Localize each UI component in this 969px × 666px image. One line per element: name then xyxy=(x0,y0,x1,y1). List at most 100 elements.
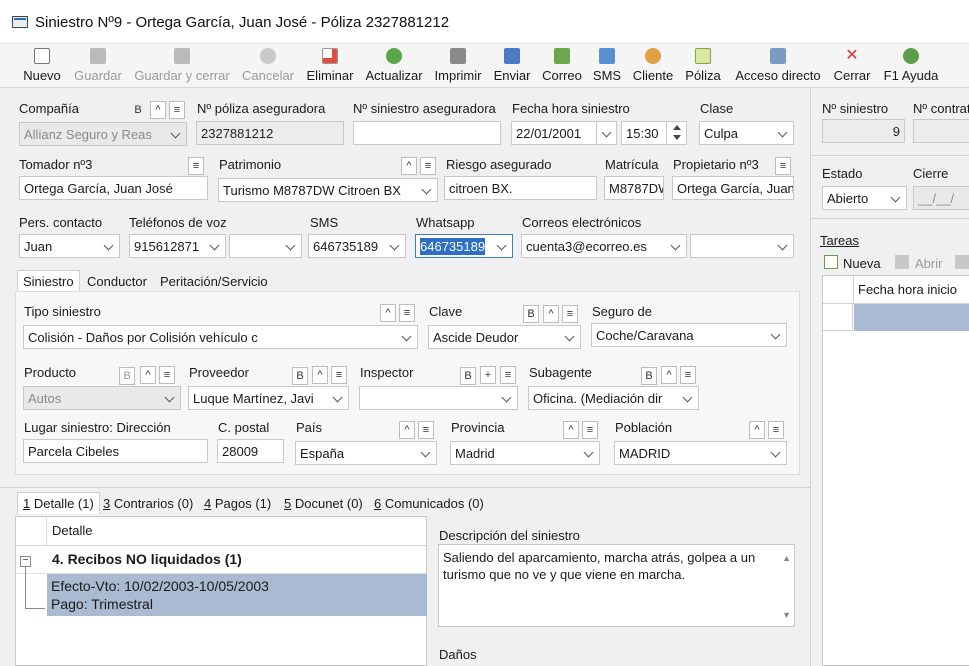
tipo-up-button[interactable]: ^ xyxy=(380,304,396,322)
poblacion-menu-button[interactable]: ≡ xyxy=(768,421,784,439)
clave-label: Clave xyxy=(429,304,463,319)
propietario-menu-button[interactable]: ≡ xyxy=(775,157,791,175)
compania-up-button[interactable]: ^ xyxy=(150,101,166,119)
correo2-select[interactable] xyxy=(690,234,794,258)
actualizar-button[interactable]: Actualizar xyxy=(362,46,426,86)
tab-peritacion[interactable]: Peritación/Servicio xyxy=(155,271,273,292)
inspector-b-button[interactable]: B xyxy=(460,367,476,385)
ayuda-button[interactable]: F1 Ayuda xyxy=(878,46,944,86)
inspector-select[interactable] xyxy=(359,386,518,410)
subagente-up-button[interactable]: ^ xyxy=(661,366,677,384)
pais-up-button[interactable]: ^ xyxy=(399,421,415,439)
sms-select[interactable]: 646735189 xyxy=(308,234,406,258)
ncontrato-field[interactable] xyxy=(913,119,969,143)
nueva-tarea-button[interactable]: Nueva xyxy=(843,256,881,271)
matricula-field[interactable]: M8787DW xyxy=(604,176,664,200)
seguro-select[interactable]: Coche/Caravana xyxy=(591,323,787,347)
cerrar-button[interactable]: ✕ Cerrar xyxy=(832,46,872,86)
tab-comunicados[interactable]: 6 Comunicados (0) xyxy=(369,493,489,514)
patrimonio-select[interactable]: Turismo M8787DW Citroen BX xyxy=(218,178,438,202)
descripcion-textarea[interactable]: Saliendo del aparcamiento, marcha atrás,… xyxy=(438,544,795,627)
subagente-menu-button[interactable]: ≡ xyxy=(680,366,696,384)
riesgo-field[interactable]: citroen BX. xyxy=(444,176,597,200)
acceso-directo-button[interactable]: Acceso directo xyxy=(730,46,826,86)
fecha-field[interactable]: 22/01/2001 xyxy=(511,121,617,145)
poliza-field[interactable]: 2327881212 xyxy=(196,121,344,145)
riesgo-label: Riesgo asegurado xyxy=(446,157,552,172)
eliminar-button[interactable]: Eliminar xyxy=(304,46,356,86)
correo-button[interactable]: Correo xyxy=(540,46,584,86)
patrimonio-up-button[interactable]: ^ xyxy=(401,157,417,175)
clave-menu-button[interactable]: ≡ xyxy=(562,305,578,323)
provincia-menu-button[interactable]: ≡ xyxy=(582,421,598,439)
pais-menu-button[interactable]: ≡ xyxy=(418,421,434,439)
clave-b-button[interactable]: B xyxy=(523,305,539,323)
scroll-up-icon[interactable]: ▲ xyxy=(782,553,791,563)
tomador-menu-button[interactable]: ≡ xyxy=(188,157,204,175)
nsiniestro-field[interactable]: 9 xyxy=(822,119,905,143)
tab-conductor[interactable]: Conductor xyxy=(82,271,152,292)
tab-pagos[interactable]: 4 Pagos (1) xyxy=(199,493,276,514)
collapse-icon[interactable]: − xyxy=(20,556,31,567)
patrimonio-menu-button[interactable]: ≡ xyxy=(420,157,436,175)
enviar-button[interactable]: Enviar xyxy=(490,46,534,86)
hora-field[interactable]: 15:30 xyxy=(621,121,687,145)
tree-group-row[interactable]: − 4. Recibos NO liquidados (1) xyxy=(16,546,426,574)
poblacion-select[interactable]: MADRID xyxy=(614,441,787,465)
provincia-select[interactable]: Madrid xyxy=(450,441,600,465)
inspector-menu-button[interactable]: ≡ xyxy=(500,366,516,384)
inspector-add-button[interactable]: + xyxy=(480,366,496,384)
tab-docunet[interactable]: 5 Docunet (0) xyxy=(279,493,368,514)
compania-select[interactable]: Allianz Seguro y Reas xyxy=(19,122,187,146)
tomador-field[interactable]: Ortega García, Juan José xyxy=(19,176,208,200)
pais-select[interactable]: España xyxy=(295,441,437,465)
telefono-select[interactable]: 915612871 xyxy=(129,234,226,258)
poblacion-up-button[interactable]: ^ xyxy=(749,421,765,439)
poliza-button[interactable]: Póliza xyxy=(682,46,724,86)
tipo-siniestro-select[interactable]: Colisión - Daños por Colisión vehículo c xyxy=(23,325,418,349)
proveedor-b-button[interactable]: B xyxy=(292,367,308,385)
compania-menu-button[interactable]: ≡ xyxy=(169,101,185,119)
tipo-menu-button[interactable]: ≡ xyxy=(399,304,415,322)
propietario-field[interactable]: Ortega García, Juan xyxy=(672,176,794,200)
proveedor-up-button[interactable]: ^ xyxy=(312,366,328,384)
compania-b-button[interactable]: B xyxy=(130,102,146,120)
cancelar-button[interactable]: Cancelar xyxy=(238,46,298,86)
nuevo-button[interactable]: Nuevo xyxy=(20,46,64,86)
subagente-b-button[interactable]: B xyxy=(641,367,657,385)
provincia-up-button[interactable]: ^ xyxy=(563,421,579,439)
tree-item-recibo[interactable]: Efecto-Vto: 10/02/2003-10/05/2003 Pago: … xyxy=(47,574,427,616)
tareas-row[interactable] xyxy=(854,304,969,331)
proveedor-menu-button[interactable]: ≡ xyxy=(331,366,347,384)
correo-select[interactable]: cuenta3@ecorreo.es xyxy=(521,234,687,258)
guardar-button[interactable]: Guardar xyxy=(70,46,126,86)
cliente-button[interactable]: Cliente xyxy=(630,46,676,86)
abrir-tarea-button[interactable]: Abrir xyxy=(915,256,942,271)
producto-up-button[interactable]: ^ xyxy=(140,366,156,384)
scroll-down-icon[interactable]: ▼ xyxy=(782,610,791,620)
tab-siniestro[interactable]: Siniestro xyxy=(17,270,80,292)
proveedor-select[interactable]: Luque Martínez, Javi xyxy=(188,386,349,410)
producto-select[interactable]: Autos xyxy=(23,386,181,410)
lugar-field[interactable]: Parcela Cibeles xyxy=(23,439,208,463)
sms-button[interactable]: SMS xyxy=(590,46,624,86)
nsiniestro-aseguradora-field[interactable] xyxy=(353,121,501,145)
subagente-select[interactable]: Oficina. (Mediación dir xyxy=(528,386,699,410)
telefono2-select[interactable] xyxy=(229,234,302,258)
cierre-field[interactable]: __/__/ xyxy=(913,186,969,210)
contacto-select[interactable]: Juan xyxy=(19,234,120,258)
subagente-label: Subagente xyxy=(529,365,592,380)
clave-up-button[interactable]: ^ xyxy=(543,305,559,323)
estado-select[interactable]: Abierto xyxy=(822,186,907,210)
clave-select[interactable]: Ascide Deudor xyxy=(428,325,581,349)
imprimir-button[interactable]: Imprimir xyxy=(432,46,484,86)
tab-contrarios[interactable]: 3 Contrarios (0) xyxy=(98,493,198,514)
clase-select[interactable]: Culpa xyxy=(699,121,794,145)
guardar-cerrar-button[interactable]: Guardar y cerrar xyxy=(132,46,232,86)
producto-b-button[interactable]: B xyxy=(119,367,135,385)
tab-detalle[interactable]: 1 Detalle (1) xyxy=(17,492,100,514)
cpostal-field[interactable]: 28009 xyxy=(217,439,284,463)
producto-menu-button[interactable]: ≡ xyxy=(159,366,175,384)
whatsapp-select[interactable]: 646735189 xyxy=(415,234,513,258)
spinner-icon[interactable] xyxy=(666,122,686,144)
